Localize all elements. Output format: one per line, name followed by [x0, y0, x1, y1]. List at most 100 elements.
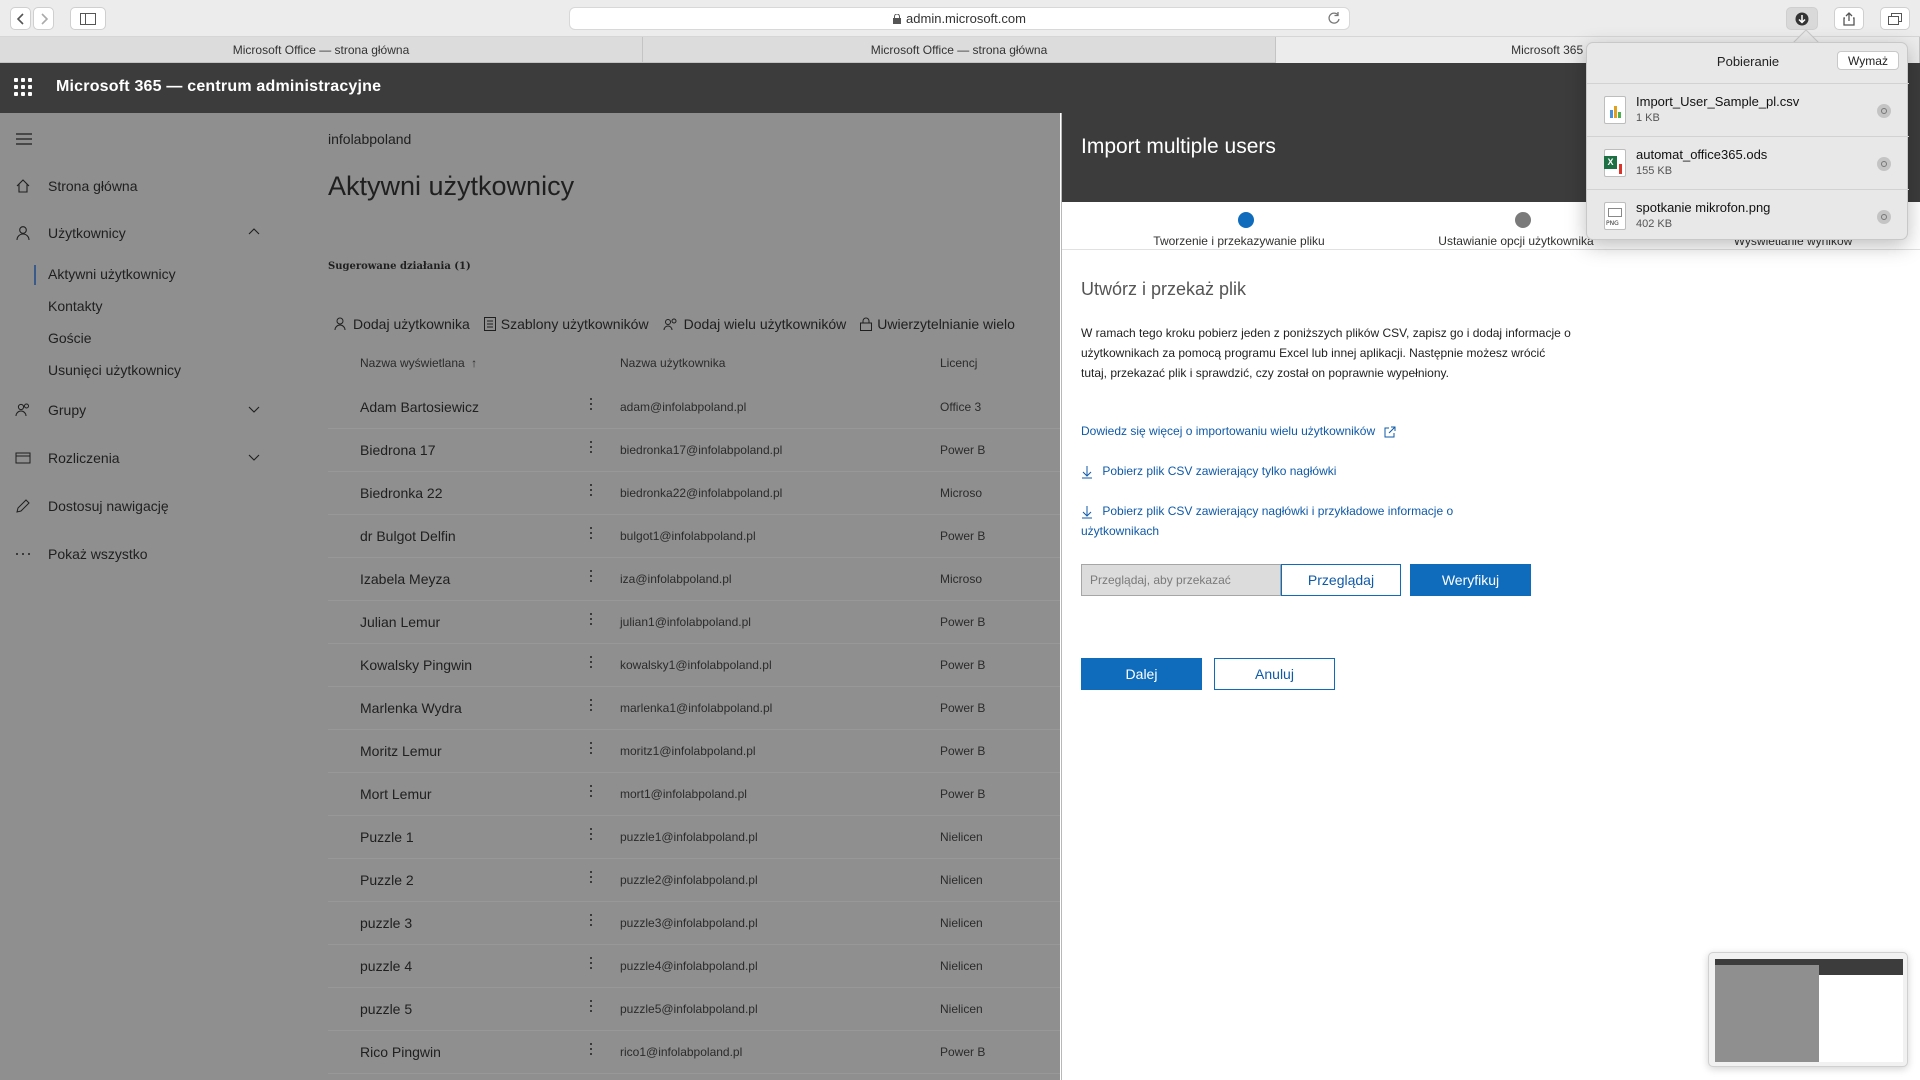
download-item[interactable]: X automat_office365.ods 155 KB [1587, 136, 1909, 188]
more-actions-icon[interactable] [588, 613, 594, 628]
table-row[interactable]: Puzzle 2 puzzle2@infolabpoland.pl Nielicen [328, 859, 1060, 902]
display-name-cell[interactable]: Biedronka 22 [360, 485, 443, 501]
table-row[interactable]: Biedronka 22 biedronka22@infolabpoland.pl… [328, 472, 1060, 515]
more-actions-icon[interactable] [588, 441, 594, 456]
table-row[interactable]: Adam Bartosiewicz adam@infolabpoland.pl Of… [328, 386, 1060, 429]
sidebar-toggle-button[interactable] [70, 7, 106, 30]
reload-icon[interactable] [1327, 11, 1341, 25]
display-name-cell[interactable]: Puzzle 2 [360, 872, 414, 888]
clear-downloads-button[interactable]: Wymaż [1837, 51, 1899, 70]
more-actions-icon[interactable] [588, 527, 594, 542]
table-row[interactable]: Marlenka Wydra marlenka1@infolabpoland.pl… [328, 687, 1060, 730]
license-cell: Nielicen [940, 916, 983, 930]
table-row[interactable]: Kowalsky Pingwin kowalsky1@infolabpoland.… [328, 644, 1060, 687]
download-csv-headers-link[interactable]: Pobierz plik CSV zawierający tylko nagłó… [1081, 461, 1336, 481]
table-row[interactable]: Julian Lemur julian1@infolabpoland.pl Powe… [328, 601, 1060, 644]
mfa-button[interactable]: Uwierzytelnianie wielo [860, 313, 1015, 335]
display-name-cell[interactable]: puzzle 3 [360, 915, 412, 931]
more-actions-icon[interactable] [588, 656, 594, 671]
more-actions-icon[interactable] [588, 742, 594, 757]
nav-subitem-active-users[interactable]: Aktywni użytkownicy [48, 266, 176, 282]
display-name-cell[interactable]: puzzle 4 [360, 958, 412, 974]
more-actions-icon[interactable] [588, 398, 594, 413]
downloads-button[interactable] [1786, 7, 1818, 30]
hamburger-icon[interactable] [16, 133, 32, 145]
nav-item-users[interactable]: Użytkownicy [0, 218, 280, 248]
display-name-cell[interactable]: Kowalsky Pingwin [360, 657, 472, 673]
download-csv-sample-link[interactable]: Pobierz plik CSV zawierający nagłówki i … [1081, 501, 1511, 541]
display-name-cell[interactable]: Rico Pingwin [360, 1044, 441, 1060]
table-row[interactable]: Rico Pingwin rico1@infolabpoland.pl Power … [328, 1031, 1060, 1074]
display-name-cell[interactable]: Puzzle 1 [360, 829, 414, 845]
table-row[interactable]: Mort Lemur mort1@infolabpoland.pl Power B [328, 773, 1060, 816]
next-button[interactable]: Dalej [1081, 658, 1202, 690]
tabs-overview-button[interactable] [1880, 7, 1910, 30]
display-name-cell[interactable]: puzzle 5 [360, 1001, 412, 1017]
cancel-button[interactable]: Anuluj [1214, 658, 1335, 690]
browser-tab[interactable]: Microsoft Office — strona główna [643, 37, 1276, 63]
display-name-cell[interactable]: Mort Lemur [360, 786, 432, 802]
display-name-cell[interactable]: Adam Bartosiewicz [360, 399, 479, 415]
more-actions-icon[interactable] [588, 1000, 594, 1015]
nav-item-customize[interactable]: Dostosuj nawigację [0, 491, 280, 521]
share-button[interactable] [1834, 7, 1864, 30]
learn-more-link[interactable]: Dowiedz się więcej o importowaniu wielu … [1081, 421, 1396, 441]
table-row[interactable]: puzzle 5 puzzle5@infolabpoland.pl Nielicen [328, 988, 1060, 1031]
user-templates-button[interactable]: Szablony użytkowników [483, 313, 649, 335]
suggested-actions-link[interactable]: Sugerowane działania (1) [328, 261, 471, 272]
more-actions-icon[interactable] [588, 785, 594, 800]
table-row[interactable]: Puzzle 1 puzzle1@infolabpoland.pl Nielicen [328, 816, 1060, 859]
address-bar[interactable]: admin.microsoft.com [569, 7, 1350, 30]
license-cell: Nielicen [940, 1002, 983, 1016]
nav-item-home[interactable]: Strona główna [0, 171, 280, 201]
add-multiple-users-button[interactable]: Dodaj wielu użytkowników [663, 313, 846, 335]
more-actions-icon[interactable] [588, 570, 594, 585]
more-actions-icon[interactable] [588, 699, 594, 714]
more-actions-icon[interactable] [588, 1043, 594, 1058]
table-row[interactable]: dr Bulgot Delfin bulgot1@infolabpoland.pl… [328, 515, 1060, 558]
verify-button[interactable]: Weryfikuj [1410, 564, 1531, 596]
chevron-down-icon[interactable] [248, 403, 260, 415]
table-row[interactable]: Moritz Lemur moritz1@infolabpoland.pl Powe… [328, 730, 1060, 773]
column-header-username[interactable]: Nazwa użytkownika [620, 356, 725, 370]
table-row[interactable]: puzzle 3 puzzle3@infolabpoland.pl Nielicen [328, 902, 1060, 945]
back-button[interactable] [10, 7, 31, 30]
nav-subitem-contacts[interactable]: Kontakty [48, 298, 102, 314]
download-item[interactable]: Import_User_Sample_pl.csv 1 KB [1587, 83, 1909, 135]
more-actions-icon[interactable] [588, 828, 594, 843]
display-name-cell[interactable]: Marlenka Wydra [360, 700, 462, 716]
app-launcher-icon[interactable] [14, 78, 32, 96]
browse-button[interactable]: Przeglądaj [1281, 564, 1401, 596]
nav-item-show-all[interactable]: Pokaż wszystko [0, 539, 280, 569]
display-name-cell[interactable]: Izabela Meyza [360, 571, 450, 587]
download-item[interactable]: PNG spotkanie mikrofon.png 402 KB [1587, 189, 1909, 241]
magnifier-icon[interactable] [1877, 104, 1891, 118]
file-upload-input[interactable]: Przeglądaj, aby przekazać [1081, 564, 1281, 596]
table-row[interactable]: Biedrona 17 biedronka17@infolabpoland.pl P… [328, 429, 1060, 472]
display-name-cell[interactable]: Julian Lemur [360, 614, 440, 630]
magnifier-icon[interactable] [1877, 157, 1891, 171]
magnifier-icon[interactable] [1877, 210, 1891, 224]
nav-item-groups[interactable]: Grupy [0, 395, 280, 425]
forward-button[interactable] [33, 7, 54, 30]
column-header-licenses[interactable]: Licencj [940, 356, 977, 370]
nav-subitem-guests[interactable]: Goście [48, 330, 92, 346]
share-icon [1843, 11, 1855, 26]
display-name-cell[interactable]: dr Bulgot Delfin [360, 528, 456, 544]
nav-subitem-deleted-users[interactable]: Usunięci użytkownicy [48, 362, 181, 378]
more-actions-icon[interactable] [588, 871, 594, 886]
add-user-button[interactable]: Dodaj użytkownika [334, 313, 470, 335]
browser-tab[interactable]: Microsoft Office — strona główna [0, 37, 643, 63]
display-name-cell[interactable]: Moritz Lemur [360, 743, 442, 759]
more-actions-icon[interactable] [588, 914, 594, 929]
nav-item-billing[interactable]: Rozliczenia [0, 443, 280, 473]
chevron-down-icon[interactable] [248, 451, 260, 463]
more-actions-icon[interactable] [588, 484, 594, 499]
column-header-display-name[interactable]: Nazwa wyświetlana ↑ [360, 356, 477, 370]
screenshot-thumbnail[interactable] [1708, 952, 1908, 1067]
display-name-cell[interactable]: Biedrona 17 [360, 442, 436, 458]
more-actions-icon[interactable] [588, 957, 594, 972]
table-row[interactable]: Izabela Meyza iza@infolabpoland.pl Microso [328, 558, 1060, 601]
table-row[interactable]: puzzle 4 puzzle4@infolabpoland.pl Nielicen [328, 945, 1060, 988]
chevron-up-icon[interactable] [248, 226, 260, 238]
